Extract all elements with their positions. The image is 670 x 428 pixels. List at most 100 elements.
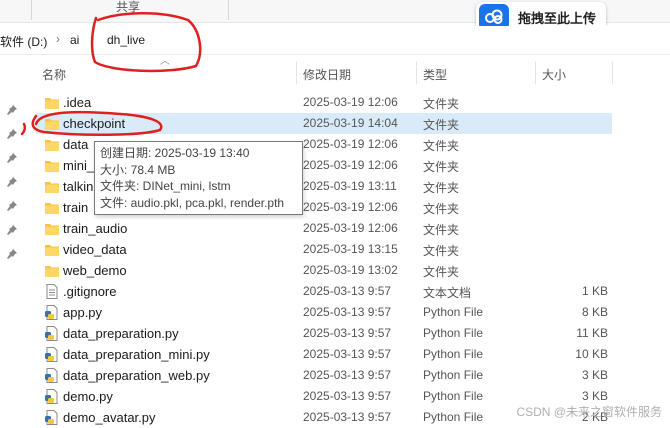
column-name[interactable]: 名称	[42, 66, 66, 83]
file-modified-date: 2025-03-13 9:57	[303, 347, 392, 361]
file-row[interactable]: app.py 2025-03-13 9:57 Python File 8 KB	[36, 302, 612, 323]
pin-icon[interactable]	[6, 248, 18, 260]
text-file-icon	[44, 284, 60, 299]
file-name: web_demo	[63, 263, 127, 278]
file-modified-date: 2025-03-13 9:57	[303, 326, 392, 340]
column-separator[interactable]	[535, 62, 536, 84]
folder-icon	[44, 95, 60, 110]
upload-label: 拖拽至此上传	[518, 10, 597, 26]
file-row[interactable]: checkpoint 2025-03-19 14:04 文件夹	[36, 113, 612, 134]
pin-icon[interactable]	[6, 200, 18, 212]
file-name: demo.py	[63, 389, 113, 404]
chevron-right-icon[interactable]: ›	[56, 32, 60, 46]
file-modified-date: 2025-03-19 13:11	[303, 179, 397, 193]
breadcrumb-current[interactable]: dh_live	[107, 33, 145, 47]
file-row[interactable]: data_preparation_web.py 2025-03-13 9:57 Py…	[36, 365, 612, 386]
watermark: CSDN @未来之窗软件服务	[516, 405, 662, 419]
file-name: .idea	[63, 95, 92, 110]
tooltip-files: 文件: audio.pkl, pca.pkl, render.pth	[100, 195, 285, 210]
file-name: data	[63, 137, 89, 152]
address-bar[interactable]: 软件 (D:) › ai › dh_live	[0, 26, 670, 55]
file-modified-date: 2025-03-19 12:06	[303, 158, 398, 172]
chevron-right-icon[interactable]: ›	[90, 32, 94, 46]
file-type: Python File	[423, 347, 484, 361]
file-row[interactable]: web_demo 2025-03-19 13:02 文件夹	[36, 260, 612, 281]
folder-icon	[44, 263, 60, 278]
file-size: 3 KB	[581, 368, 608, 382]
python-file-icon	[44, 389, 60, 404]
file-name: app.py	[63, 305, 103, 320]
file-name: train_audio	[63, 221, 128, 236]
file-modified-date: 2025-03-13 9:57	[303, 284, 392, 298]
file-name: talkin	[63, 179, 94, 194]
column-separator[interactable]	[612, 62, 613, 84]
column-size[interactable]: 大小	[542, 66, 566, 83]
pin-icon[interactable]	[6, 152, 18, 164]
file-size: 1 KB	[581, 284, 608, 298]
tooltip-created: 创建日期: 2025-03-19 13:40	[100, 146, 250, 160]
file-modified-date: 2025-03-19 12:06	[303, 137, 398, 151]
tooltip-folders: 文件夹: DINet_mini, lstm	[100, 179, 231, 193]
file-type: 文件夹	[423, 265, 460, 279]
ribbon-divider	[31, 0, 32, 20]
folder-info-tooltip: 创建日期: 2025-03-19 13:40 大小: 78.4 MB 文件夹: …	[94, 141, 303, 215]
file-modified-date: 2025-03-13 9:57	[303, 305, 392, 319]
folder-icon	[44, 179, 60, 194]
column-type[interactable]: 类型	[423, 66, 447, 83]
file-row[interactable]: .gitignore 2025-03-13 9:57 文本文档 1 KB	[36, 281, 612, 302]
file-size: 8 KB	[581, 305, 608, 319]
breadcrumb-ai[interactable]: ai	[70, 33, 79, 47]
pin-icon[interactable]	[6, 128, 18, 140]
file-modified-date: 2025-03-19 12:06	[303, 221, 398, 235]
tooltip-size: 大小: 78.4 MB	[100, 162, 176, 177]
share-tab[interactable]: 共享	[116, 0, 140, 14]
file-modified-date: 2025-03-13 9:57	[303, 410, 392, 424]
file-name: .gitignore	[63, 284, 117, 299]
file-type: Python File	[423, 326, 484, 340]
pin-icon[interactable]	[6, 224, 18, 236]
file-name: train	[63, 200, 89, 215]
folder-icon	[44, 221, 60, 236]
column-separator[interactable]	[296, 62, 297, 84]
file-row[interactable]: video_data 2025-03-19 13:15 文件夹	[36, 239, 612, 260]
file-type: Python File	[423, 368, 484, 382]
file-row[interactable]: .idea 2025-03-19 12:06 文件夹	[36, 92, 612, 113]
file-name: mini_	[63, 158, 95, 173]
file-row[interactable]: data_preparation.py 2025-03-13 9:57 Python…	[36, 323, 612, 344]
file-modified-date: 2025-03-13 9:57	[303, 389, 392, 403]
file-modified-date: 2025-03-19 13:15	[303, 242, 398, 256]
file-type: 文件夹	[423, 97, 460, 111]
folder-icon	[44, 200, 60, 215]
column-separator[interactable]	[416, 62, 417, 84]
file-type: 文件夹	[423, 223, 460, 237]
folder-icon	[44, 158, 60, 173]
file-name: video_data	[63, 242, 127, 257]
python-file-icon	[44, 368, 60, 383]
file-name: demo_avatar.py	[63, 410, 156, 425]
file-name: data_preparation_web.py	[63, 368, 210, 383]
file-modified-date: 2025-03-19 14:04	[303, 116, 398, 130]
file-name: checkpoint	[63, 116, 126, 131]
file-type: Python File	[423, 389, 484, 403]
file-modified-date: 2025-03-13 9:57	[303, 368, 392, 382]
folder-icon	[44, 116, 60, 131]
file-row[interactable]: data_preparation_mini.py 2025-03-13 9:57 P…	[36, 344, 612, 365]
ribbon-divider	[228, 0, 229, 20]
folder-icon	[44, 137, 60, 152]
file-type: 文件夹	[423, 139, 460, 153]
python-file-icon	[44, 305, 60, 320]
folder-icon	[44, 242, 60, 257]
file-name: data_preparation.py	[63, 326, 179, 341]
file-modified-date: 2025-03-19 12:06	[303, 200, 398, 214]
file-row[interactable]: train_audio 2025-03-19 12:06 文件夹	[36, 218, 612, 239]
file-modified-date: 2025-03-19 13:02	[303, 263, 398, 277]
breadcrumb-drive[interactable]: 软件 (D:)	[0, 33, 47, 50]
file-type: 文件夹	[423, 202, 460, 216]
pin-icon[interactable]	[6, 104, 18, 116]
file-size: 11 KB	[576, 326, 608, 340]
pin-icon[interactable]	[6, 176, 18, 188]
column-date[interactable]: 修改日期	[303, 66, 351, 83]
file-type: 文件夹	[423, 244, 460, 258]
file-type: Python File	[423, 410, 484, 424]
python-file-icon	[44, 347, 60, 362]
